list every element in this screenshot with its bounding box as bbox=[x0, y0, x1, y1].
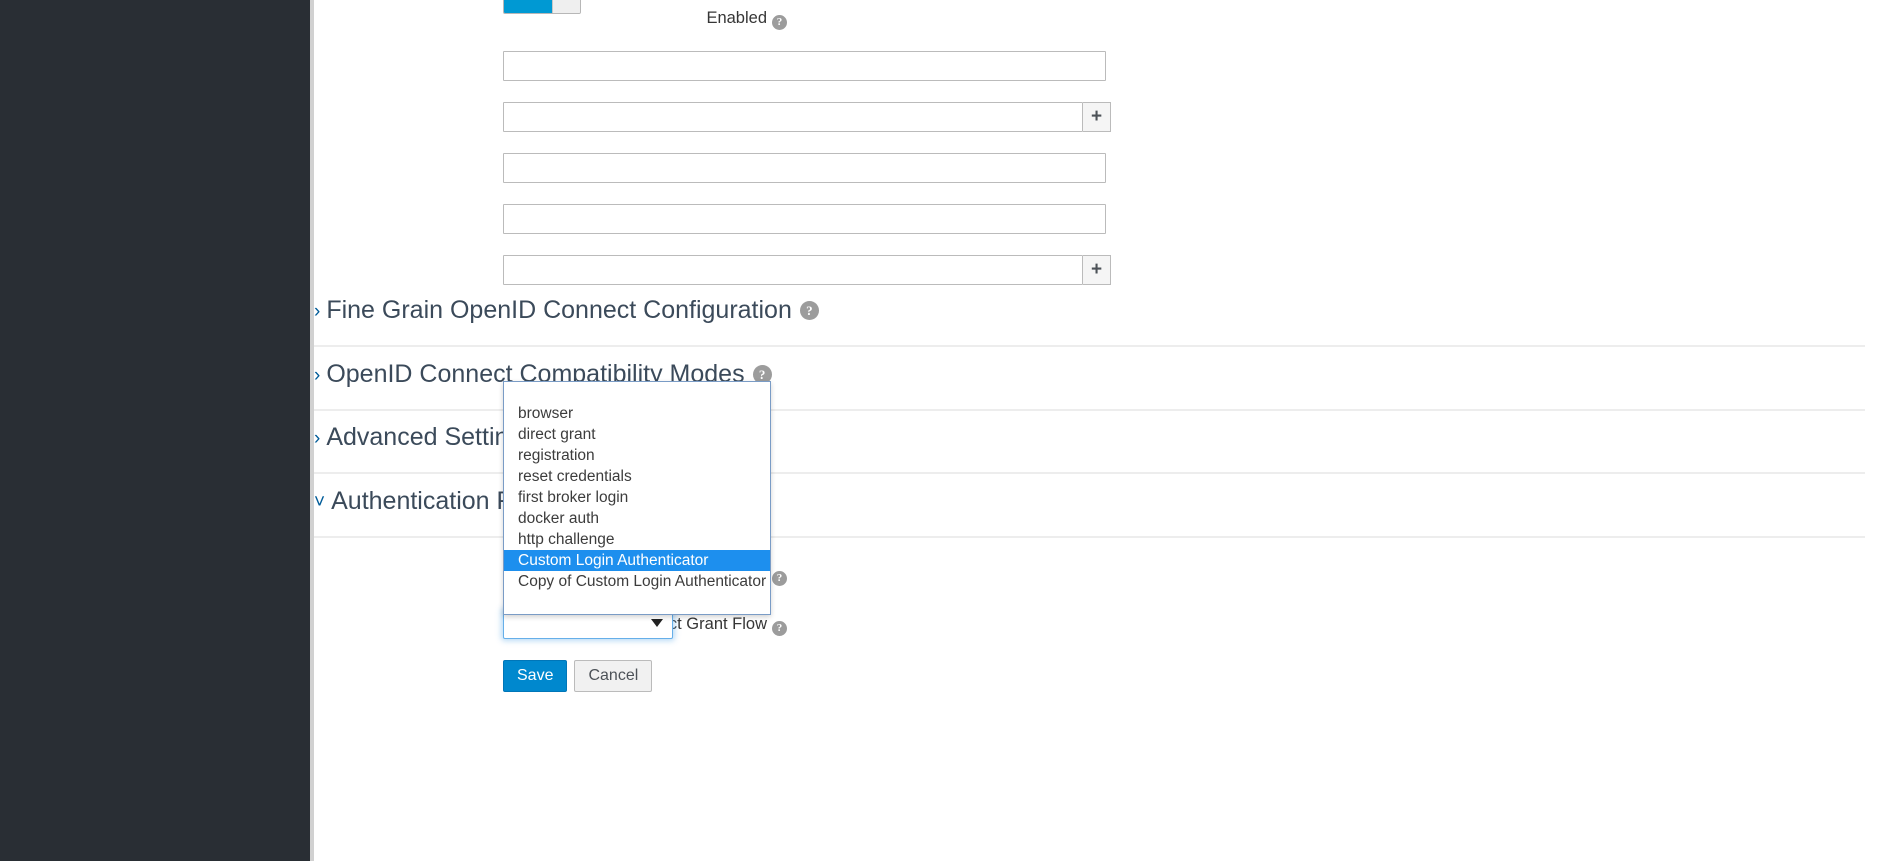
form-row-enabled: Enabled? bbox=[314, 8, 1897, 48]
listbox-option[interactable]: Copy of Custom Login Authenticator bbox=[504, 571, 770, 592]
base-url-input[interactable] bbox=[503, 153, 1106, 183]
valid-redirect-uris-input[interactable] bbox=[503, 102, 1083, 132]
web-origins-input[interactable] bbox=[503, 255, 1083, 285]
plus-icon: + bbox=[1083, 256, 1110, 284]
listbox-option[interactable]: first broker login bbox=[504, 487, 770, 508]
form-actions: Save Cancel bbox=[503, 660, 652, 692]
toggle-on-track bbox=[504, 0, 554, 13]
section-divider bbox=[314, 345, 1865, 347]
listbox-option[interactable]: reset credentials bbox=[504, 466, 770, 487]
chevron-right-icon: › bbox=[314, 296, 320, 328]
toggle-knob bbox=[552, 0, 580, 13]
admin-url-input[interactable] bbox=[503, 204, 1106, 234]
field-base-url bbox=[503, 153, 1106, 183]
cancel-button[interactable]: Cancel bbox=[574, 660, 652, 692]
client-settings-page: Enabled? Root URL? *Valid Redirect URIs? bbox=[0, 0, 1897, 861]
section-fine-grain-openid: ›Fine Grain OpenID Connect Configuration… bbox=[314, 294, 1865, 328]
field-web-origins: + bbox=[503, 255, 1111, 285]
field-root-url bbox=[503, 51, 1106, 81]
plus-icon: + bbox=[1083, 103, 1110, 131]
add-web-origin-button[interactable]: + bbox=[1083, 255, 1111, 285]
chevron-right-icon: › bbox=[314, 360, 320, 392]
form-row-base-url: Base URL? bbox=[314, 153, 1897, 193]
save-button[interactable]: Save bbox=[503, 660, 567, 692]
listbox-option-selected[interactable]: Custom Login Authenticator bbox=[504, 550, 770, 571]
field-valid-redirect-uris: + bbox=[503, 102, 1111, 132]
chevron-down-icon: ˅ bbox=[314, 487, 325, 519]
listbox-option[interactable]: http challenge bbox=[504, 529, 770, 550]
help-circle-icon[interactable]: ? bbox=[800, 301, 819, 320]
enabled-toggle[interactable] bbox=[503, 0, 581, 14]
form-row-root-url: Root URL? bbox=[314, 51, 1897, 91]
form-row-valid-redirect-uris: *Valid Redirect URIs? + bbox=[314, 102, 1897, 142]
section-header-fine-grain-openid[interactable]: ›Fine Grain OpenID Connect Configuration… bbox=[314, 294, 1865, 328]
browser-flow-dropdown-listbox[interactable]: browser direct grant registration reset … bbox=[503, 381, 771, 615]
root-url-input[interactable] bbox=[503, 51, 1106, 81]
help-circle-icon[interactable]: ? bbox=[772, 571, 787, 586]
listbox-option[interactable]: direct grant bbox=[504, 424, 770, 445]
form-row-web-origins: Web Origins? + bbox=[314, 255, 1897, 295]
listbox-option[interactable]: browser bbox=[504, 403, 770, 424]
listbox-option[interactable]: docker auth bbox=[504, 508, 770, 529]
section-title-text: Fine Grain OpenID Connect Configuration bbox=[326, 296, 792, 324]
caret-down-icon bbox=[651, 619, 663, 627]
listbox-option[interactable]: registration bbox=[504, 445, 770, 466]
help-circle-icon[interactable]: ? bbox=[772, 15, 787, 30]
form-row-admin-url: Admin URL? bbox=[314, 204, 1897, 244]
add-redirect-uri-button[interactable]: + bbox=[1083, 102, 1111, 132]
help-circle-icon[interactable]: ? bbox=[772, 621, 787, 636]
left-sidebar bbox=[0, 0, 310, 861]
field-admin-url bbox=[503, 204, 1106, 234]
settings-form: Enabled? Root URL? *Valid Redirect URIs? bbox=[314, 0, 1897, 861]
chevron-right-icon: › bbox=[314, 423, 320, 455]
